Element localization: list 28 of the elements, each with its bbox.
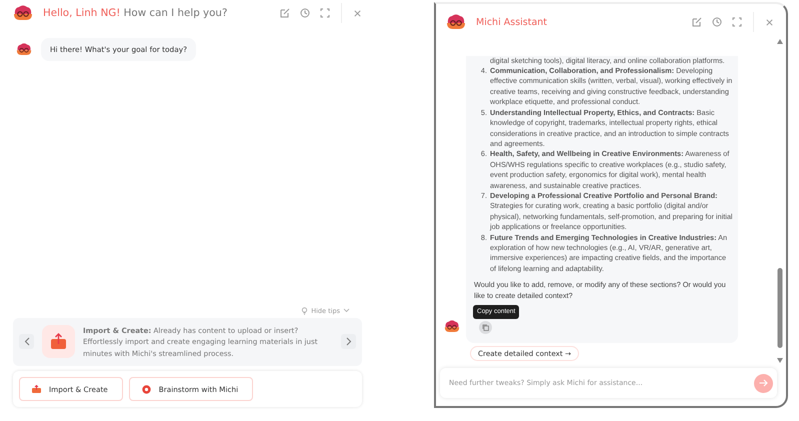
- upload-icon: [50, 332, 68, 351]
- chat-title: How can I help you?: [124, 7, 228, 19]
- history-icon[interactable]: [300, 8, 310, 18]
- chevron-right-icon: [346, 337, 352, 346]
- edit-icon[interactable]: [692, 17, 702, 27]
- copy-button[interactable]: [479, 321, 492, 334]
- chevron-left-icon: [24, 337, 30, 346]
- upload-icon: [32, 385, 41, 393]
- edit-icon[interactable]: [280, 8, 290, 18]
- previous-button[interactable]: [19, 334, 34, 350]
- expand-icon[interactable]: [732, 17, 742, 27]
- copy-icon: [482, 324, 489, 331]
- chevron-down-icon: [343, 308, 350, 313]
- expand-icon[interactable]: [320, 8, 330, 18]
- mascot-icon: [444, 320, 460, 333]
- mascot-icon: [446, 14, 466, 30]
- brain-icon: [142, 384, 151, 394]
- mascot-icon: [13, 5, 33, 21]
- close-icon[interactable]: [353, 8, 362, 18]
- assistant-title: Michi Assistant: [476, 16, 548, 28]
- lightbulb-icon: [301, 306, 308, 314]
- history-icon[interactable]: [712, 17, 722, 27]
- close-icon[interactable]: [765, 18, 774, 26]
- greeting: Hello, Linh NG!: [43, 7, 120, 19]
- send-button[interactable]: [754, 374, 773, 392]
- mascot-icon: [16, 43, 32, 56]
- arrow-right-icon: [759, 379, 768, 387]
- next-button[interactable]: [341, 334, 356, 350]
